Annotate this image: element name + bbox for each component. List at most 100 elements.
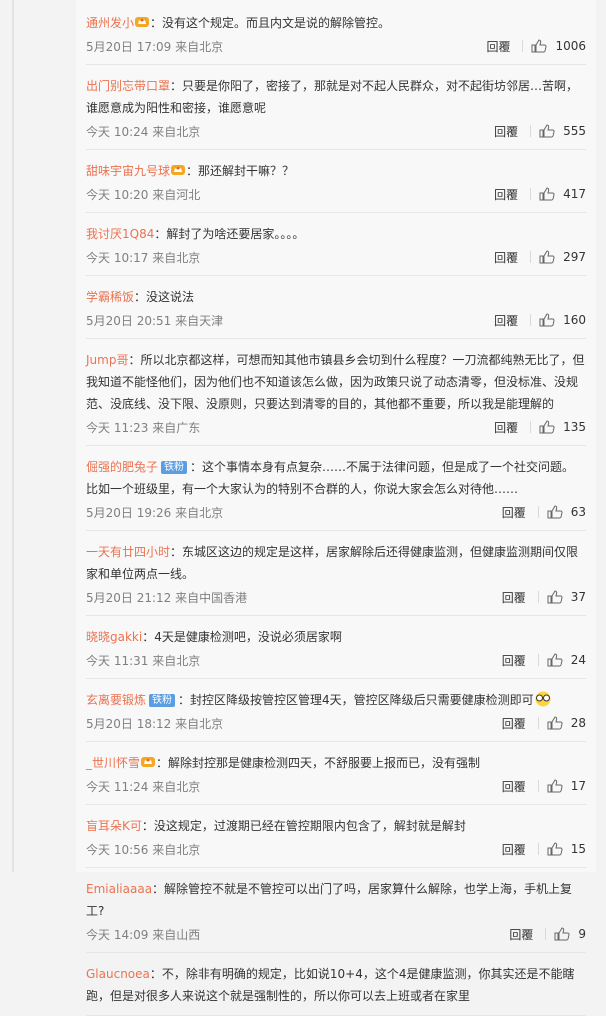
comment-author-link[interactable]: 晓晓gakki <box>86 630 142 644</box>
like-count: 417 <box>563 187 586 201</box>
like-count: 1006 <box>555 39 586 53</box>
comment-text: 甜味宇宙九号球 ：那还解封干嘛？？ <box>86 160 586 182</box>
action-divider <box>537 717 539 729</box>
comment-item: 晓晓gakki：4天是健康检测吧，没说必须居家啊 今天 11:31 来自北京 回… <box>86 616 586 679</box>
like-button[interactable]: 297 <box>539 250 586 264</box>
action-divider <box>537 654 539 666</box>
like-button[interactable]: 9 <box>554 927 586 941</box>
like-count: 555 <box>563 124 586 138</box>
comment-author-link[interactable]: 出门别忘带口罩 <box>86 79 170 93</box>
comment-author-link[interactable]: 通州发小 <box>86 16 134 30</box>
reply-button[interactable]: 回覆 <box>502 841 526 858</box>
comment-time-location: 今天 11:31 来自北京 <box>86 653 201 668</box>
comment-author-link[interactable]: 我讨厌1Q84 <box>86 227 154 241</box>
like-count: 28 <box>570 716 586 730</box>
comment-content: ：4天是健康检测吧，没说必须居家啊 <box>142 630 342 644</box>
comment-time-location: 5月20日 18:12 来自北京 <box>86 716 224 731</box>
like-count: 37 <box>570 590 586 604</box>
reply-button[interactable]: 回覆 <box>509 926 533 943</box>
like-button[interactable]: 24 <box>547 653 586 667</box>
like-button[interactable]: 15 <box>547 842 586 856</box>
comment-author-link[interactable]: 一天有廿四小时 <box>86 545 170 559</box>
comment-content: ：封控区降级按管控区管理4天，管控区降级后只需要健康检测即可 <box>178 693 534 707</box>
comment-time-location: 5月20日 20:51 来自天津 <box>86 313 224 328</box>
comment-text: 通州发小 ：没有这个规定。而且内文是说的解除管控。 <box>86 12 586 34</box>
comment-meta: 今天 11:31 来自北京 回覆 24 <box>86 650 586 670</box>
comment-time-location: 5月20日 21:12 来自中国香港 <box>86 590 248 605</box>
like-count: 17 <box>570 779 586 793</box>
comment-meta: 5月20日 21:12 来自中国香港 回覆 37 <box>86 587 586 607</box>
like-button[interactable]: 1006 <box>531 39 586 53</box>
like-count: 297 <box>563 250 586 264</box>
reply-button[interactable]: 回覆 <box>494 123 518 140</box>
reply-button[interactable]: 回覆 <box>502 715 526 732</box>
like-button[interactable]: 17 <box>547 779 586 793</box>
comment-author-link[interactable]: Glaucnoea <box>86 967 150 981</box>
reply-button[interactable]: 回覆 <box>494 312 518 329</box>
comment-meta: 5月20日 19:26 来自北京 回覆 63 <box>86 502 586 522</box>
reply-button[interactable]: 回覆 <box>494 419 518 436</box>
like-button[interactable]: 417 <box>539 187 586 201</box>
like-button[interactable]: 28 <box>547 716 586 730</box>
thumb-up-icon <box>539 313 555 327</box>
reply-button[interactable]: 回覆 <box>502 778 526 795</box>
like-button[interactable]: 160 <box>539 313 586 327</box>
comment-author-link[interactable]: Jump哥 <box>86 353 128 367</box>
like-count: 9 <box>578 927 586 941</box>
like-button[interactable]: 135 <box>539 420 586 434</box>
reply-button[interactable]: 回覆 <box>502 652 526 669</box>
comment-item: Jump哥：所以北京都这样，可想而知其他市镇县乡会切到什么程度？一刀流都纯熟无比… <box>86 339 586 446</box>
comment-text: 盲耳朵K可：没这规定，过渡期已经在管控期限内包含了，解封就是解封 <box>86 815 586 837</box>
like-count: 135 <box>563 420 586 434</box>
action-divider <box>537 591 539 603</box>
comment-text: Emialiaaaa：解除管控不就是不管控可以出门了吗，居家算什么解除，也学上海… <box>86 878 586 922</box>
thumb-up-icon <box>547 842 563 856</box>
comment-meta: 5月20日 20:51 来自天津 回覆 160 <box>86 310 586 330</box>
comment-text: 出门别忘带口罩：只要是你阳了，密接了，那就是对不起人民群众，对不起街坊邻居…苦啊… <box>86 75 586 119</box>
thumb-up-icon <box>539 187 555 201</box>
comment-author-link[interactable]: 学霸稀饭 <box>86 290 134 304</box>
comment-author-link[interactable]: _世川怀雪 <box>86 756 140 770</box>
comment-content: ：解除封控那是健康检测四天，不舒服要上报而已，没有强制 <box>156 756 481 770</box>
like-button[interactable]: 37 <box>547 590 586 604</box>
comment-meta: 5月20日 17:09 来自北京 回覆 1006 <box>86 36 586 56</box>
comment-item: 甜味宇宙九号球 ：那还解封干嘛？？ 今天 10:20 来自河北 回覆 417 <box>86 150 586 213</box>
comment-text: 一天有廿四小时：东城区这边的规定是这样，居家解除后还得健康监测，但健康监测期间仅… <box>86 541 586 585</box>
reply-button[interactable]: 回覆 <box>486 38 510 55</box>
comment-author-link[interactable]: 倔强的肥兔子 <box>86 460 158 474</box>
comment-time-location: 今天 11:24 来自北京 <box>86 779 201 794</box>
comment-text: 学霸稀饭：没这说法 <box>86 286 586 308</box>
comment-item: 盲耳朵K可：没这规定，过渡期已经在管控期限内包含了，解封就是解封 今天 10:5… <box>86 805 586 868</box>
thumb-up-icon <box>531 39 547 53</box>
comment-author-link[interactable]: 盲耳朵K可 <box>86 819 142 833</box>
comment-meta: 今天 11:23 来自广东 回覆 135 <box>86 417 586 437</box>
reply-button[interactable]: 回覆 <box>502 504 526 521</box>
like-button[interactable]: 63 <box>547 505 586 519</box>
thumb-up-icon <box>539 250 555 264</box>
comment-text: 晓晓gakki：4天是健康检测吧，没说必须居家啊 <box>86 626 586 648</box>
action-divider <box>530 188 532 200</box>
thumb-up-icon <box>547 653 563 667</box>
comment-time-location: 今天 10:20 来自河北 <box>86 187 201 202</box>
vip-crown-icon <box>171 165 186 175</box>
like-button[interactable]: 555 <box>539 124 586 138</box>
comment-author-link[interactable]: 玄离要锻炼 <box>86 693 146 707</box>
comment-author-link[interactable]: Emialiaaaa <box>86 882 152 896</box>
glasses-emoji-icon <box>535 691 551 707</box>
thumb-up-icon <box>539 124 555 138</box>
reply-button[interactable]: 回覆 <box>494 249 518 266</box>
action-divider <box>545 928 547 940</box>
vip-crown-icon <box>135 17 150 27</box>
action-divider <box>530 125 532 137</box>
vip-crown-icon <box>141 757 156 767</box>
comment-item: 一天有廿四小时：东城区这边的规定是这样，居家解除后还得健康监测，但健康监测期间仅… <box>86 531 586 616</box>
thumb-up-icon <box>547 505 563 519</box>
comment-item: 出门别忘带口罩：只要是你阳了，密接了，那就是对不起人民群众，对不起街坊邻居…苦啊… <box>86 65 586 150</box>
comment-time-location: 今天 11:23 来自广东 <box>86 420 201 435</box>
comment-content: ：不，除非有明确的规定，比如说10+4，这个4是健康监测，你其实还是不能瞎跑，但… <box>86 967 575 1003</box>
reply-button[interactable]: 回覆 <box>494 186 518 203</box>
comment-author-link[interactable]: 甜味宇宙九号球 <box>86 164 170 178</box>
reply-button[interactable]: 回覆 <box>502 589 526 606</box>
comment-meta: 5月20日 18:12 来自北京 回覆 28 <box>86 713 586 733</box>
comment-meta: 今天 10:24 来自北京 回覆 555 <box>86 121 586 141</box>
